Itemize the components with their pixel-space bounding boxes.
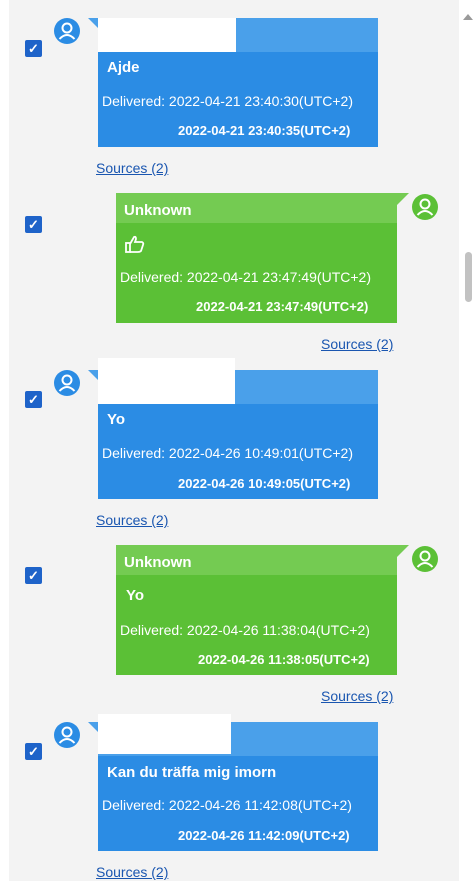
message-bubble: Yo Delivered: 2022-04-26 10:49:01(UTC+2)… xyxy=(98,358,378,499)
user-avatar-icon xyxy=(412,546,438,572)
delivered-time: Delivered: 2022-04-21 23:40:30(UTC+2) xyxy=(102,93,353,109)
read-time: 2022-04-26 11:42:09(UTC+2) xyxy=(178,828,350,843)
message-checkbox[interactable]: ✓ xyxy=(25,216,42,233)
message-checkbox[interactable]: ✓ xyxy=(25,40,42,57)
user-avatar-icon xyxy=(412,194,438,220)
read-time: 2022-04-21 23:40:35(UTC+2) xyxy=(178,123,351,138)
message-text: Kan du träffa mig imorn xyxy=(107,764,277,781)
delivered-time: Delivered: 2022-04-26 11:42:08(UTC+2) xyxy=(102,797,352,813)
user-avatar-icon xyxy=(54,722,80,748)
sender-name: Unknown xyxy=(124,202,192,219)
message-text: Yo xyxy=(126,587,145,604)
read-time: 2022-04-21 23:47:49(UTC+2) xyxy=(196,299,369,314)
message-text: Yo xyxy=(107,411,126,428)
redacted-sender-name xyxy=(98,18,236,52)
user-avatar-icon xyxy=(54,18,80,44)
user-avatar-icon xyxy=(54,370,80,396)
thumbs-up-icon xyxy=(125,235,145,253)
message-checkbox[interactable]: ✓ xyxy=(25,391,42,408)
vertical-scrollbar[interactable] xyxy=(459,0,476,881)
scroll-up-arrow-icon[interactable] xyxy=(463,14,473,20)
bubble-tail xyxy=(397,545,409,557)
bubble-tail xyxy=(88,370,98,380)
sources-link[interactable]: Sources (2) xyxy=(96,160,168,176)
sender-name: Unknown xyxy=(124,554,192,571)
sources-link[interactable]: Sources (2) xyxy=(321,336,393,352)
bubble-tail xyxy=(88,18,98,28)
message-bubble: Unknown Delivered: 2022-04-21 23:47:49(U… xyxy=(116,193,397,323)
delivered-time: Delivered: 2022-04-26 10:49:01(UTC+2) xyxy=(102,445,353,461)
message-text: Ajde xyxy=(107,59,140,76)
bubble-tail xyxy=(88,722,98,732)
redacted-sender-name xyxy=(98,714,231,754)
bubble-tail xyxy=(397,193,409,205)
sources-link[interactable]: Sources (2) xyxy=(96,512,168,528)
message-bubble: Unknown Yo Delivered: 2022-04-26 11:38:0… xyxy=(116,545,397,675)
delivered-time: Delivered: 2022-04-21 23:47:49(UTC+2) xyxy=(120,269,371,285)
read-time: 2022-04-26 11:38:05(UTC+2) xyxy=(198,652,370,667)
sources-link[interactable]: Sources (2) xyxy=(321,688,393,704)
message-checkbox[interactable]: ✓ xyxy=(25,567,42,584)
message-checkbox[interactable]: ✓ xyxy=(25,743,42,760)
sources-link[interactable]: Sources (2) xyxy=(96,864,168,880)
read-time: 2022-04-26 10:49:05(UTC+2) xyxy=(178,476,351,491)
redacted-sender-name xyxy=(98,358,235,404)
chat-panel: ✓ Ajde Delivered: 2022-04-21 23:40:30(UT… xyxy=(9,0,459,881)
message-bubble: Ajde Delivered: 2022-04-21 23:40:30(UTC+… xyxy=(98,18,378,147)
scrollbar-thumb[interactable] xyxy=(465,252,472,302)
delivered-time: Delivered: 2022-04-26 11:38:04(UTC+2) xyxy=(120,622,370,638)
message-bubble: Kan du träffa mig imorn Delivered: 2022-… xyxy=(98,714,378,851)
